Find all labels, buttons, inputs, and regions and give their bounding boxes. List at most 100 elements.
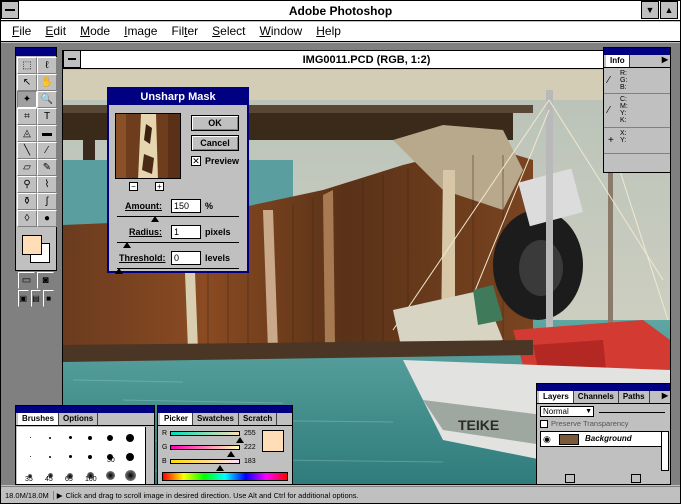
tab-paths[interactable]: Paths: [618, 391, 650, 403]
menu-window[interactable]: Window: [253, 22, 310, 41]
eyedropper-icon[interactable]: ⁄: [37, 142, 57, 159]
brush-tip[interactable]: [101, 429, 119, 446]
brushes-scrollbar[interactable]: [145, 427, 153, 484]
smudge-icon[interactable]: ʃ: [37, 193, 57, 210]
marquee-icon[interactable]: ⬚: [17, 57, 37, 74]
palette-menu-icon[interactable]: ▶: [662, 55, 668, 67]
toolbox-title-bar[interactable]: [16, 48, 56, 56]
layers-palette-title-bar[interactable]: [537, 384, 670, 391]
brush-tip[interactable]: [21, 448, 39, 465]
brush-tip[interactable]: [61, 448, 79, 465]
lasso-icon[interactable]: ℓ: [37, 57, 57, 74]
minimize-icon[interactable]: ▼: [641, 1, 659, 19]
tab-brushes[interactable]: Brushes: [18, 413, 60, 425]
document-title-bar[interactable]: IMG0011.PCD (RGB, 1:2): [63, 50, 670, 69]
channel-value[interactable]: 183: [244, 458, 256, 465]
brush-tip[interactable]: [121, 429, 139, 446]
opacity-slider[interactable]: [599, 412, 665, 413]
eyedropper-icon[interactable]: ⁄: [608, 75, 610, 86]
dialog-title-bar[interactable]: Unsharp Mask: [109, 89, 247, 105]
tab-swatches[interactable]: Swatches: [193, 413, 239, 425]
pencil-icon[interactable]: ✎: [37, 159, 57, 176]
menu-image[interactable]: Image: [117, 22, 164, 41]
full-screen-menu-icon[interactable]: ■: [43, 290, 55, 307]
amount-field[interactable]: 150: [171, 199, 201, 213]
crosshair-icon[interactable]: +: [608, 135, 614, 146]
radius-slider-knob[interactable]: [123, 242, 131, 248]
layers-menu-icon[interactable]: ▶: [662, 391, 670, 403]
menu-mode[interactable]: Mode: [73, 22, 117, 41]
info-palette-title-bar[interactable]: [604, 48, 670, 55]
dodge-icon[interactable]: ●: [37, 210, 57, 227]
channel-slider-knob[interactable]: [236, 437, 244, 443]
menu-select[interactable]: Select: [205, 22, 252, 41]
line-icon[interactable]: ╲: [17, 142, 37, 159]
channel-slider[interactable]: [170, 431, 240, 436]
brushes-palette-title-bar[interactable]: [16, 406, 154, 413]
standard-mode-icon[interactable]: ▭: [18, 272, 35, 289]
channel-slider[interactable]: [170, 445, 240, 450]
brush-tip[interactable]: [121, 448, 139, 465]
brush-tip[interactable]: [61, 429, 79, 446]
full-screen-icon[interactable]: ▤: [30, 290, 42, 307]
airbrush-icon[interactable]: ⚲: [17, 176, 37, 193]
hand-icon[interactable]: ✋: [37, 74, 57, 91]
menu-edit[interactable]: Edit: [38, 22, 73, 41]
tab-layers[interactable]: Layers: [539, 391, 574, 403]
eye-icon[interactable]: ◉: [543, 434, 551, 445]
channel-value[interactable]: 222: [244, 444, 256, 451]
preview-thumbnail[interactable]: [115, 113, 181, 179]
tab-picker[interactable]: Picker: [160, 413, 194, 425]
ok-button[interactable]: OK: [191, 115, 239, 131]
brush-tip[interactable]: [41, 448, 59, 465]
eyedropper-icon[interactable]: ⁄: [608, 105, 610, 116]
picker-palette-title-bar[interactable]: [158, 406, 292, 413]
radius-slider-track[interactable]: [117, 242, 239, 243]
brush-tip[interactable]: [81, 429, 99, 446]
threshold-slider-track[interactable]: [117, 268, 239, 269]
brush-tip[interactable]: [101, 467, 119, 484]
blur-icon[interactable]: ◊: [17, 210, 37, 227]
picker-color-swatch[interactable]: [262, 430, 284, 452]
color-spectrum-bar[interactable]: [162, 472, 288, 481]
zoom-out-icon[interactable]: −: [129, 182, 138, 191]
screen-mode-icon[interactable]: ▣: [18, 290, 29, 307]
cancel-button[interactable]: Cancel: [191, 135, 239, 151]
radius-field[interactable]: 1: [171, 225, 201, 239]
zoom-in-icon[interactable]: +: [155, 182, 164, 191]
crop-icon[interactable]: ⌗: [17, 108, 37, 125]
brush-tip[interactable]: [81, 448, 99, 465]
menu-filter[interactable]: Filter: [164, 22, 205, 41]
threshold-slider-knob[interactable]: [115, 268, 123, 274]
new-layer-icon[interactable]: [565, 474, 575, 483]
layer-row-background[interactable]: ◉ Background: [540, 431, 664, 447]
tab-info[interactable]: Info: [606, 55, 630, 67]
amount-slider-knob[interactable]: [151, 216, 159, 222]
gradient-icon[interactable]: ▬: [37, 125, 57, 142]
amount-slider-track[interactable]: [117, 216, 239, 217]
tab-channels[interactable]: Channels: [573, 391, 619, 403]
threshold-field[interactable]: 0: [171, 251, 201, 265]
zoom-icon[interactable]: 🔍: [37, 91, 57, 108]
brush-tip[interactable]: [41, 429, 59, 446]
status-arrow-icon[interactable]: ▶: [54, 491, 66, 500]
magic-wand-icon[interactable]: ✦: [17, 91, 37, 108]
quick-mask-icon[interactable]: ◙: [37, 272, 54, 289]
channel-slider-knob[interactable]: [226, 451, 235, 457]
channel-value[interactable]: 255: [244, 430, 256, 437]
blend-mode-select[interactable]: Normal ▼: [540, 406, 594, 417]
type-icon[interactable]: T: [37, 108, 57, 125]
paint-bucket-icon[interactable]: ◬: [17, 125, 37, 142]
menu-file[interactable]: File: [5, 22, 38, 41]
tab-options[interactable]: Options: [59, 413, 99, 425]
brush-icon[interactable]: ⌇: [37, 176, 57, 193]
rubber-stamp-icon[interactable]: ⚱: [17, 193, 37, 210]
tab-scratch[interactable]: Scratch: [238, 413, 278, 425]
brush-tip[interactable]: [121, 467, 139, 484]
menu-help[interactable]: Help: [309, 22, 348, 41]
move-icon[interactable]: ↖: [17, 74, 37, 91]
preview-checkbox[interactable]: ✕: [191, 156, 201, 166]
eraser-icon[interactable]: ▱: [17, 159, 37, 176]
channel-slider-knob[interactable]: [216, 465, 225, 471]
channel-slider[interactable]: [170, 459, 240, 464]
